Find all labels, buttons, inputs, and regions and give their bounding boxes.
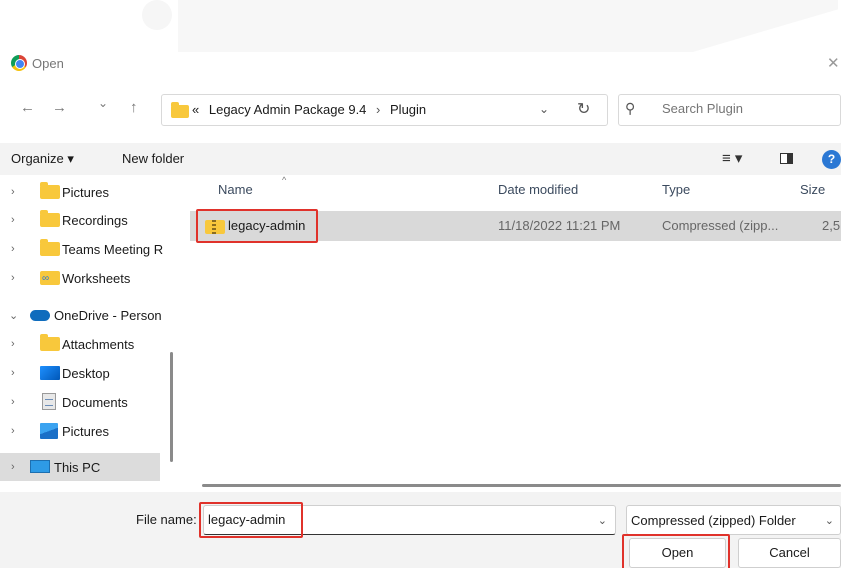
- recent-locations-chevron-icon[interactable]: ⌄: [98, 96, 108, 110]
- sidebar-item-this-pc[interactable]: › This PC: [0, 453, 160, 481]
- folder-icon: [40, 334, 60, 351]
- file-size: 2,5: [822, 218, 841, 233]
- column-header-date-modified[interactable]: Date modified: [498, 182, 578, 197]
- computer-icon: [30, 460, 50, 473]
- sidebar-item-label: Attachments: [62, 336, 135, 352]
- background-decoration: [0, 0, 841, 52]
- title-bar: Open ✕: [0, 52, 841, 76]
- desktop-icon: [40, 366, 60, 380]
- background-band: [178, 0, 838, 52]
- sidebar-item-worksheets[interactable]: › Worksheets: [0, 264, 160, 292]
- search-input[interactable]: [662, 101, 832, 116]
- documents-icon: [42, 393, 56, 410]
- navigation-bar: ← → ⌄ ↑ « Legacy Admin Package 9.4 › Plu…: [0, 90, 841, 128]
- expand-chevron-icon[interactable]: ›: [11, 214, 15, 226]
- file-list: Name ^ Date modified Type Size legacy-ad…: [178, 175, 841, 482]
- close-icon[interactable]: ✕: [827, 54, 841, 72]
- search-icon: ⚲: [625, 100, 636, 116]
- new-folder-button[interactable]: New folder: [122, 151, 184, 166]
- sidebar-item-label: Desktop: [62, 365, 110, 381]
- sidebar-item-label: Recordings: [62, 212, 128, 228]
- view-options-icon[interactable]: ≡ ▾: [722, 149, 742, 167]
- sidebar-item-recordings[interactable]: › Recordings: [0, 206, 160, 234]
- sidebar-item-desktop[interactable]: › Desktop: [0, 359, 160, 387]
- file-type-dropdown-icon[interactable]: ⌄: [825, 514, 834, 527]
- cancel-button[interactable]: Cancel: [738, 538, 841, 568]
- sidebar-item-attachments[interactable]: › Attachments: [0, 330, 160, 358]
- sidebar-item-label: Worksheets: [62, 270, 131, 286]
- expand-chevron-icon[interactable]: ›: [11, 367, 15, 379]
- breadcrumb-overflow-icon[interactable]: «: [192, 102, 199, 117]
- back-arrow-icon[interactable]: ←: [20, 99, 35, 116]
- expand-chevron-icon[interactable]: ›: [11, 272, 15, 284]
- onedrive-cloud-icon: [30, 310, 50, 321]
- breadcrumb-item-plugin[interactable]: Plugin: [390, 102, 426, 117]
- expand-chevron-icon[interactable]: ›: [11, 396, 15, 408]
- sidebar-item-teams-meeting[interactable]: › Teams Meeting R: [0, 235, 164, 263]
- expand-chevron-icon[interactable]: ›: [11, 243, 15, 255]
- folder-icon: [40, 210, 60, 227]
- file-type: Compressed (zipp...: [662, 218, 779, 233]
- address-dropdown-chevron-icon[interactable]: ⌄: [539, 102, 549, 116]
- column-header-name[interactable]: Name: [218, 182, 253, 197]
- file-date-modified: 11/18/2022 11:21 PM: [498, 218, 621, 233]
- address-bar[interactable]: « Legacy Admin Package 9.4 › Plugin ⌄ ↻: [161, 94, 608, 126]
- sidebar-item-pictures[interactable]: › Pictures: [0, 178, 160, 206]
- file-type-select[interactable]: Compressed (zipped) Folder ⌄: [626, 505, 841, 535]
- expand-chevron-icon[interactable]: ›: [11, 338, 15, 350]
- shared-folder-icon: [40, 271, 60, 285]
- up-arrow-icon[interactable]: ↑: [130, 99, 138, 116]
- expand-chevron-icon[interactable]: ›: [11, 461, 15, 473]
- highlight-box-open: [622, 534, 730, 568]
- chrome-app-icon: [11, 55, 27, 71]
- sidebar-item-onedrive[interactable]: ⌄ OneDrive - Person: [0, 301, 162, 329]
- expand-chevron-icon[interactable]: ›: [11, 186, 15, 198]
- sidebar-item-documents[interactable]: › Documents: [0, 388, 160, 416]
- column-header-size[interactable]: Size: [800, 182, 825, 197]
- command-toolbar: Organize ▾ New folder ≡ ▾ ?: [0, 143, 841, 175]
- collapse-chevron-icon[interactable]: ⌄: [9, 309, 18, 322]
- window-title: Open: [32, 56, 64, 71]
- highlight-box-file-name: [199, 502, 303, 538]
- breadcrumb-item-legacy-admin-package[interactable]: Legacy Admin Package 9.4: [209, 102, 367, 117]
- sidebar-item-label: Documents: [62, 394, 128, 410]
- file-name-dropdown-icon[interactable]: ⌄: [598, 514, 607, 527]
- navigation-pane: › Pictures › Recordings › Teams Meeting …: [0, 175, 178, 482]
- column-header-type[interactable]: Type: [662, 182, 690, 197]
- sidebar-item-label: Pictures: [62, 423, 109, 439]
- expand-chevron-icon[interactable]: ›: [11, 425, 15, 437]
- sidebar-item-pictures-onedrive[interactable]: › Pictures: [0, 417, 160, 445]
- sidebar-item-label: This PC: [54, 459, 101, 475]
- horizontal-scrollbar[interactable]: [202, 484, 841, 487]
- search-box[interactable]: ⚲: [618, 94, 841, 126]
- highlight-box-file: [196, 209, 318, 243]
- sort-ascending-icon: ^: [282, 175, 287, 185]
- sidebar-item-label: Pictures: [62, 184, 109, 200]
- sidebar-scrollbar[interactable]: [170, 352, 173, 462]
- file-name-label: File name:: [136, 512, 197, 527]
- sidebar-item-label: Teams Meeting R: [62, 241, 164, 257]
- breadcrumb: « Legacy Admin Package 9.4 › Plugin: [192, 102, 426, 117]
- preview-pane-icon[interactable]: [780, 153, 793, 164]
- sidebar-item-label: OneDrive - Person: [54, 307, 162, 323]
- dialog-footer: File name: ⌄ Compressed (zipped) Folder …: [0, 492, 841, 568]
- background-circle: [142, 0, 172, 30]
- organize-button[interactable]: Organize ▾: [11, 151, 74, 167]
- pictures-icon: [40, 423, 58, 439]
- file-type-value: Compressed (zipped) Folder: [631, 513, 796, 528]
- refresh-icon[interactable]: ↻: [577, 99, 590, 119]
- breadcrumb-separator-icon: ›: [376, 102, 381, 117]
- help-icon[interactable]: ?: [822, 150, 841, 169]
- folder-icon: [171, 102, 189, 118]
- folder-icon: [40, 182, 60, 199]
- forward-arrow-icon[interactable]: →: [52, 99, 67, 116]
- folder-icon: [40, 239, 60, 256]
